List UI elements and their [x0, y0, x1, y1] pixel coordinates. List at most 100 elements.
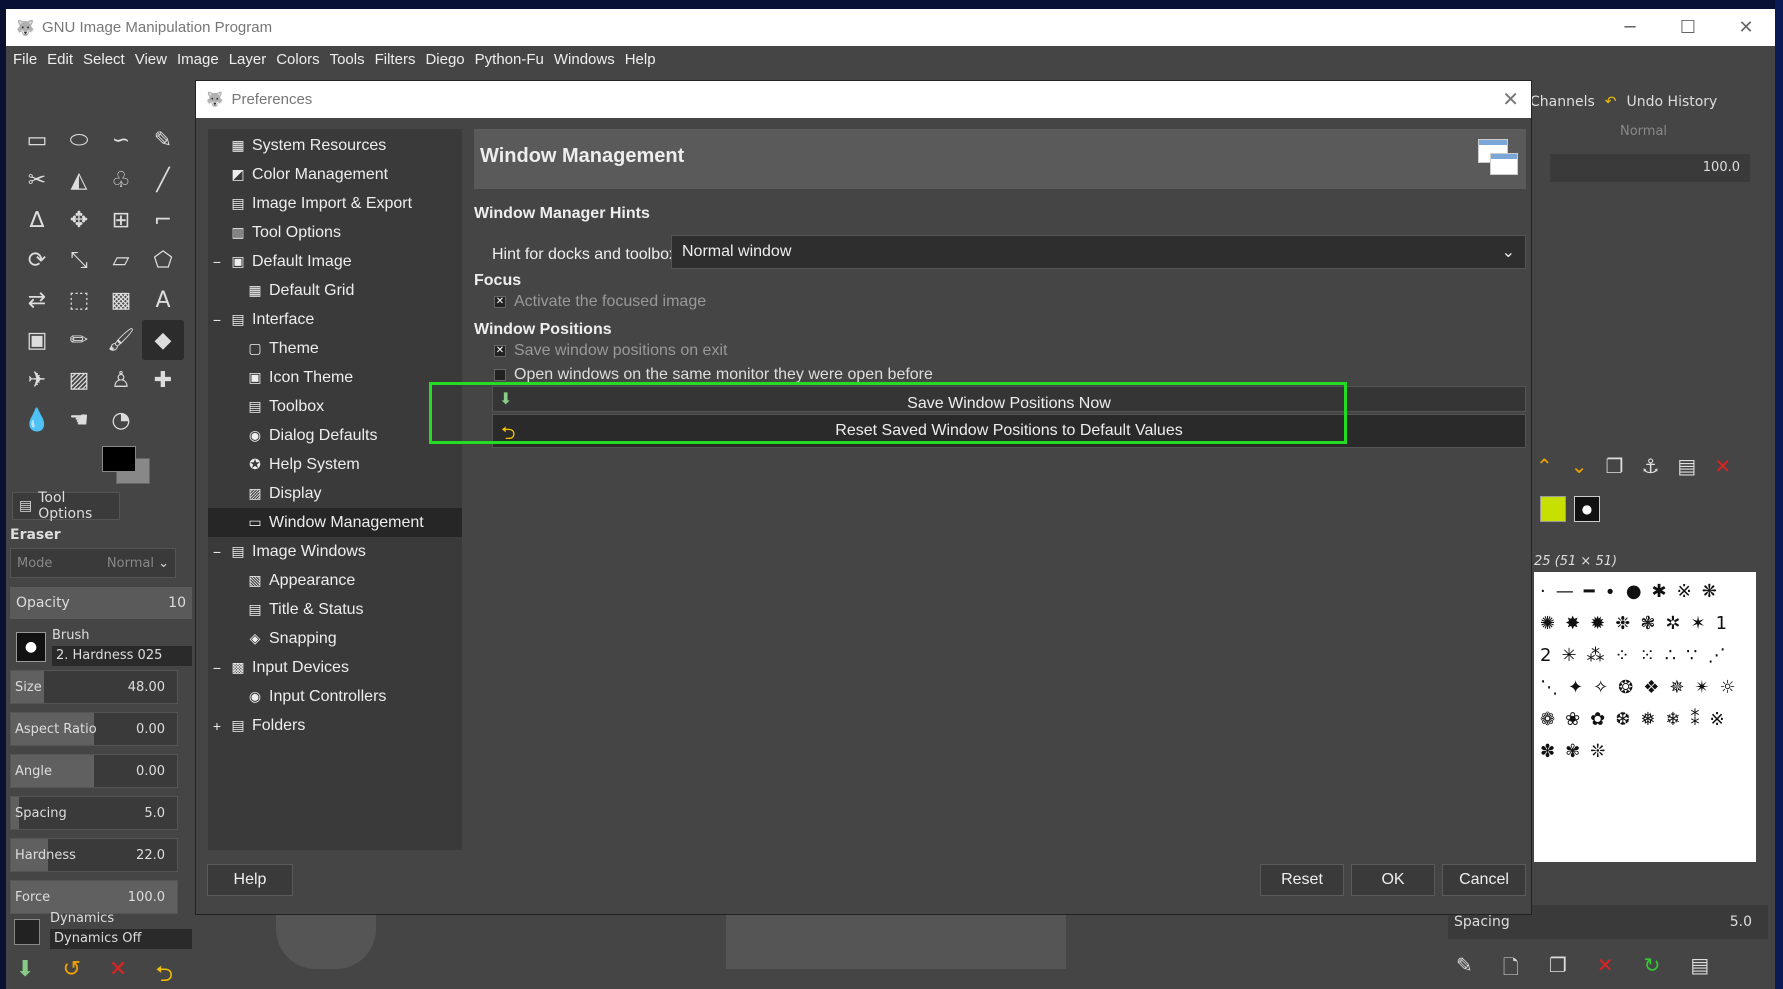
- tree-item-image-import-export[interactable]: ▤ Image Import & Export: [208, 189, 462, 218]
- smudge-tool-icon[interactable]: ☚: [58, 400, 100, 440]
- dodge-burn-tool-icon[interactable]: ◔: [100, 400, 142, 440]
- menu-view[interactable]: View: [135, 51, 167, 68]
- menu-help[interactable]: Help: [625, 51, 656, 68]
- minimize-button[interactable]: ─: [1601, 9, 1659, 46]
- tree-item-tool-options[interactable]: ▥ Tool Options: [208, 218, 462, 247]
- duplicate-brush-icon[interactable]: ❐: [1549, 953, 1567, 987]
- heal-tool-icon[interactable]: ✚: [142, 360, 184, 400]
- tree-item-dialog-defaults[interactable]: ◉ Dialog Defaults: [208, 421, 462, 450]
- tree-item-image-windows[interactable]: − ▤ Image Windows: [208, 537, 462, 566]
- save-on-exit-checkbox[interactable]: ✕ Save window positions on exit: [494, 342, 727, 360]
- fg-bg-colors[interactable]: [94, 442, 154, 490]
- restore-options-icon[interactable]: ↺: [62, 957, 80, 989]
- raise-layer-icon[interactable]: ⌃: [1536, 454, 1553, 478]
- aspect-ratio-slider[interactable]: Aspect Ratio 0.00: [10, 712, 178, 746]
- anchor-layer-icon[interactable]: ⚓: [1641, 454, 1659, 478]
- collapse-icon[interactable]: −: [211, 660, 223, 676]
- layer-mode[interactable]: Normal: [1620, 124, 1667, 139]
- align-tool-icon[interactable]: ⊞: [100, 200, 142, 240]
- menu-select[interactable]: Select: [83, 51, 125, 68]
- menu-image[interactable]: Image: [177, 51, 219, 68]
- delete-layer-icon[interactable]: ✕: [1714, 454, 1731, 478]
- menu-filters[interactable]: Filters: [375, 51, 416, 68]
- menu-windows[interactable]: Windows: [554, 51, 615, 68]
- measure-tool-icon[interactable]: ∆: [16, 200, 58, 240]
- brush-swatch-icon[interactable]: ●: [1574, 496, 1600, 522]
- duplicate-layer-icon[interactable]: ❐: [1606, 454, 1624, 478]
- tab-tool-options[interactable]: ▤ Tool Options: [12, 490, 120, 522]
- tree-item-display[interactable]: ▨ Display: [208, 479, 462, 508]
- ok-button[interactable]: OK: [1351, 864, 1435, 896]
- menu-edit[interactable]: Edit: [47, 51, 73, 68]
- flip-tool-icon[interactable]: ⇄: [16, 280, 58, 320]
- crop-tool-icon[interactable]: ⌐: [142, 200, 184, 240]
- tree-item-default-image[interactable]: − ▣ Default Image: [208, 247, 462, 276]
- foreground-select-tool-icon[interactable]: ◭: [58, 160, 100, 200]
- blur-tool-icon[interactable]: 💧: [16, 400, 58, 440]
- brush-folder-icon[interactable]: ▤: [1690, 953, 1709, 987]
- tree-item-appearance[interactable]: ▧ Appearance: [208, 566, 462, 595]
- collapse-icon[interactable]: −: [211, 544, 223, 560]
- ellipse-select-tool-icon[interactable]: ⬭: [58, 120, 100, 160]
- angle-slider[interactable]: Angle 0.00: [10, 754, 178, 788]
- brush-grid[interactable]: ·—━∙●✱※❋✺✸✹❉❃✲✶12✳⁂⁘⁙∴∵⋰⋱✦✧❂❖✵✴☼❁❀✿❆❅❄⁑※…: [1534, 572, 1756, 862]
- paths-tool-icon[interactable]: ♧: [100, 160, 142, 200]
- menu-file[interactable]: File: [13, 51, 37, 68]
- tree-item-window-management[interactable]: ▭ Window Management: [208, 508, 462, 537]
- color-swatch[interactable]: [1540, 496, 1566, 522]
- menu-layer[interactable]: Layer: [229, 51, 267, 68]
- free-select-tool-icon[interactable]: ∽: [100, 120, 142, 160]
- airbrush-tool-icon[interactable]: ✈: [16, 360, 58, 400]
- tab-undo-history[interactable]: Undo History: [1627, 94, 1718, 110]
- pencil-tool-icon[interactable]: ✏: [58, 320, 100, 360]
- tree-item-title-status[interactable]: ▤ Title & Status: [208, 595, 462, 624]
- scale-tool-icon[interactable]: ⤡: [58, 240, 100, 280]
- menu-python-fu[interactable]: Python-Fu: [475, 51, 544, 68]
- lower-layer-icon[interactable]: ⌄: [1571, 454, 1588, 478]
- tree-item-snapping[interactable]: ◈ Snapping: [208, 624, 462, 653]
- hardness-slider[interactable]: Hardness 22.0: [10, 838, 178, 872]
- delete-brush-icon[interactable]: ✕: [1597, 953, 1614, 987]
- brush-selector[interactable]: ● Brush 2. Hardness 025: [10, 628, 192, 666]
- maximize-button[interactable]: ☐: [1659, 9, 1717, 46]
- paintbrush-tool-icon[interactable]: 🖌: [100, 320, 142, 360]
- reset-options-icon[interactable]: ⮌: [155, 957, 173, 989]
- help-button[interactable]: Help: [207, 864, 293, 896]
- tree-item-system-resources[interactable]: ▦ System Resources: [208, 131, 462, 160]
- tree-item-color-management[interactable]: ◩ Color Management: [208, 160, 462, 189]
- menu-colors[interactable]: Colors: [276, 51, 319, 68]
- rect-select-tool-icon[interactable]: ▭: [16, 120, 58, 160]
- tree-item-theme[interactable]: ▢ Theme: [208, 334, 462, 363]
- dynamics-preview-icon[interactable]: [14, 919, 40, 945]
- collapse-icon[interactable]: −: [211, 312, 223, 328]
- tree-item-icon-theme[interactable]: ▣ Icon Theme: [208, 363, 462, 392]
- foreground-color-swatch[interactable]: [102, 446, 136, 472]
- opacity-slider[interactable]: Opacity 10: [10, 587, 192, 619]
- bucket-fill-tool-icon[interactable]: ▣: [16, 320, 58, 360]
- color-picker-tool-icon[interactable]: ╱: [142, 160, 184, 200]
- shear-tool-icon[interactable]: ▱: [100, 240, 142, 280]
- tree-item-input-devices[interactable]: − ▩ Input Devices: [208, 653, 462, 682]
- text-tool-icon[interactable]: A: [142, 280, 184, 320]
- clone-tool-icon[interactable]: ♙: [100, 360, 142, 400]
- tree-item-help-system[interactable]: ✪ Help System: [208, 450, 462, 479]
- delete-options-icon[interactable]: ✕: [109, 957, 127, 989]
- perspective-tool-icon[interactable]: ⬠: [142, 240, 184, 280]
- tree-item-folders[interactable]: + ▤ Folders: [208, 711, 462, 740]
- edit-brush-icon[interactable]: ✎: [1456, 953, 1473, 987]
- layer-opacity[interactable]: 100.0: [1550, 154, 1750, 182]
- cancel-button[interactable]: Cancel: [1442, 864, 1526, 896]
- warp-tool-icon[interactable]: ▩: [100, 280, 142, 320]
- fuzzy-select-tool-icon[interactable]: ✎: [142, 120, 184, 160]
- hint-select[interactable]: Normal window ⌄: [671, 235, 1526, 269]
- spacing-slider[interactable]: Spacing 5.0: [10, 796, 178, 830]
- eraser-tool-icon[interactable]: ◆: [142, 320, 184, 360]
- activate-focused-checkbox[interactable]: ✕ Activate the focused image: [494, 293, 706, 311]
- cage-tool-icon[interactable]: ⬚: [58, 280, 100, 320]
- ink-tool-icon[interactable]: ▨: [58, 360, 100, 400]
- move-tool-icon[interactable]: ✥: [58, 200, 100, 240]
- mode-select[interactable]: Mode Normal ⌄: [10, 548, 176, 578]
- tree-item-input-controllers[interactable]: ◉ Input Controllers: [208, 682, 462, 711]
- scissors-tool-icon[interactable]: ✂: [16, 160, 58, 200]
- brush-preview-icon[interactable]: ●: [16, 632, 46, 662]
